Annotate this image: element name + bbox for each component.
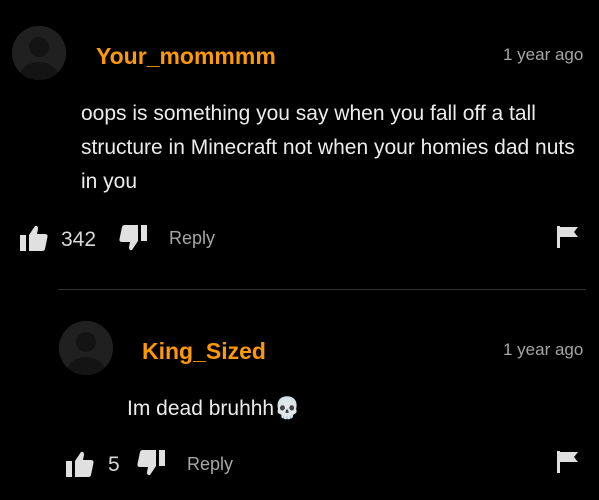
thumbs-up-icon[interactable] — [66, 451, 94, 477]
comment-text: oops is something you say when you fall … — [81, 102, 575, 193]
reply-text: Im dead bruhhh💀 — [127, 392, 300, 426]
comment-username[interactable]: Your_mommmm — [96, 42, 276, 70]
reply-divider — [58, 289, 586, 290]
thumbs-down-icon[interactable] — [137, 450, 165, 476]
flag-icon[interactable] — [557, 226, 579, 248]
comment-like-count: 342 — [61, 228, 97, 251]
reply-like-count: 5 — [108, 453, 120, 476]
thumbs-down-icon[interactable] — [119, 225, 147, 251]
comment-reply-button[interactable]: Reply — [169, 226, 215, 250]
user-avatar-icon[interactable] — [12, 26, 66, 80]
reply-reply-button[interactable]: Reply — [187, 452, 233, 476]
reply-timestamp: 1 year ago — [503, 340, 584, 359]
flag-icon[interactable] — [557, 451, 579, 473]
user-avatar-icon[interactable] — [59, 321, 113, 375]
skull-emoji-icon: 💀 — [274, 397, 301, 420]
thumbs-up-icon[interactable] — [20, 225, 48, 251]
reply-text-content: Im dead bruhhh — [127, 397, 275, 420]
comment-timestamp: 1 year ago — [503, 45, 584, 64]
reply-username[interactable]: King_Sized — [142, 337, 266, 365]
